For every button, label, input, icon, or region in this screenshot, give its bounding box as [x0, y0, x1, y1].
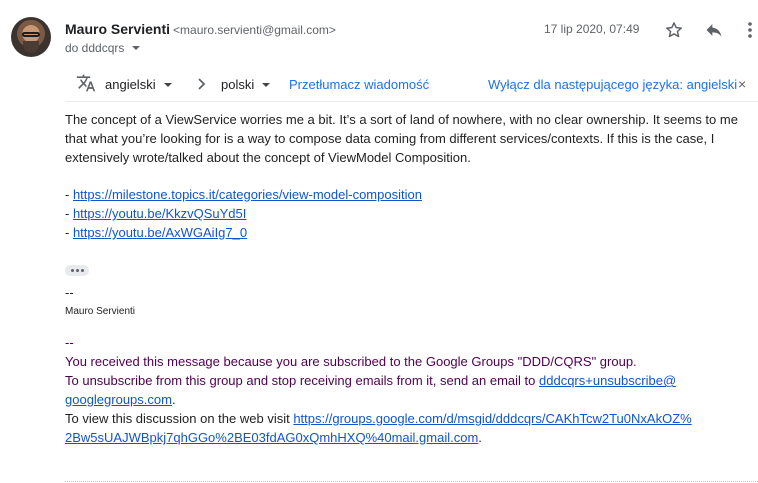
target-language-select[interactable]: polski: [221, 77, 271, 92]
list-bullet: -: [65, 225, 73, 240]
ellipsis-icon: [70, 269, 74, 272]
message-body: The concept of a ViewService worries me …: [65, 110, 750, 167]
message-date: 17 lip 2020, 07:49: [544, 22, 640, 36]
footer-subscription-notice: You received this message because you ar…: [65, 354, 637, 369]
chevron-right-icon: [198, 78, 206, 90]
ellipsis-icon: [80, 269, 84, 272]
avatar-beard: [23, 41, 39, 53]
ellipsis-icon: [75, 269, 79, 272]
target-language-dropdown-icon: [262, 83, 271, 87]
more-options-button[interactable]: [742, 18, 758, 42]
sender-email: <mauro.servienti@gmail.com>: [173, 23, 336, 37]
show-trimmed-content-button[interactable]: [65, 265, 89, 276]
reply-icon: [706, 24, 722, 37]
footer-separator: --: [65, 335, 74, 350]
translate-icon: [76, 74, 96, 92]
list-bullet: -: [65, 187, 73, 202]
list-bullet: -: [65, 206, 73, 221]
close-icon[interactable]: ×: [738, 76, 746, 92]
discussion-web-link-cont[interactable]: 2Bw5sUAJWBpkj7qhGGo%2BE03fdAG0xQmhHXQ%40…: [65, 430, 478, 445]
discussion-web-link[interactable]: https://groups.google.com/d/msgid/dddcqr…: [293, 411, 691, 426]
reply-button[interactable]: [702, 18, 726, 42]
footer-unsubscribe-text: To unsubscribe from this group and stop …: [65, 373, 540, 388]
footer-period: .: [478, 430, 482, 445]
sender-name[interactable]: Mauro Servienti: [65, 21, 170, 37]
translate-message-link[interactable]: Przetłumacz wiadomość: [289, 77, 429, 92]
footer-period: .: [171, 392, 176, 407]
disable-translation-link[interactable]: Wyłącz dla następującego języka: angiels…: [488, 77, 737, 92]
list-item: - https://youtu.be/KkzvQSuYd5I: [65, 204, 422, 223]
footer-view-line: To view this discussion on the web visit…: [65, 409, 745, 447]
star-icon: [666, 22, 682, 38]
recipient-details[interactable]: do dddcqrs: [65, 41, 141, 55]
source-language-select[interactable]: angielski: [105, 77, 172, 92]
footer-view-text: To view this discussion on the web visit: [65, 411, 294, 426]
footer-unsubscribe-line: To unsubscribe from this group and stop …: [65, 371, 745, 409]
more-vert-icon: [748, 22, 752, 38]
group-footer: -- You received this message because you…: [65, 333, 745, 447]
unsubscribe-email-link-cont[interactable]: googlegroups.com: [65, 392, 172, 407]
signature-name: Mauro Servienti: [65, 306, 136, 317]
translate-bar: angielski polski Przetłumacz wiadomość W…: [65, 68, 758, 102]
sender: Mauro Servienti <mauro.servienti@gmail.co…: [65, 21, 336, 37]
divider: [65, 481, 758, 482]
list-item: - https://milestone.topics.it/categories…: [65, 185, 422, 204]
unsubscribe-email-link[interactable]: dddcqrs+unsubscribe@: [539, 373, 676, 388]
signature-separator: --: [65, 285, 74, 300]
list-item: - https://youtu.be/AxWGAiIg7_0: [65, 223, 422, 242]
message-paragraph: The concept of a ViewService worries me …: [65, 112, 738, 165]
link-youtube-1[interactable]: https://youtu.be/KkzvQSuYd5I: [73, 206, 246, 221]
link-view-model-composition[interactable]: https://milestone.topics.it/categories/v…: [73, 187, 422, 202]
source-language-label: angielski: [105, 77, 156, 92]
source-language-dropdown-icon: [163, 83, 172, 87]
chevron-down-icon[interactable]: [132, 46, 141, 50]
avatar[interactable]: [11, 17, 51, 57]
target-language-label: polski: [221, 77, 255, 92]
star-button[interactable]: [662, 18, 686, 42]
recipient-label: do dddcqrs: [65, 41, 125, 55]
link-list: - https://milestone.topics.it/categories…: [65, 185, 422, 242]
avatar-glasses: [22, 32, 40, 37]
link-youtube-2[interactable]: https://youtu.be/AxWGAiIg7_0: [73, 225, 247, 240]
